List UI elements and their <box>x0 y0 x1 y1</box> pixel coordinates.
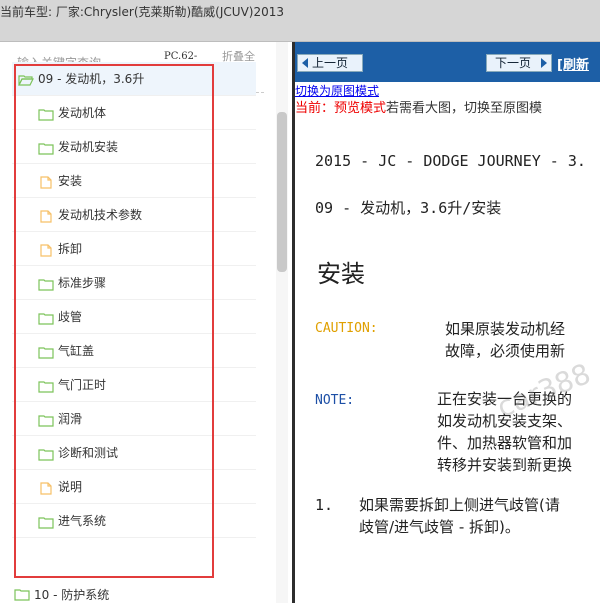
tree-root-label: 10 - 防护系统 <box>34 588 110 602</box>
tree-item[interactable]: 气门正时 <box>12 368 256 402</box>
folder-icon <box>14 588 30 601</box>
tree-item[interactable]: 拆卸 <box>12 232 256 266</box>
tree-item[interactable]: 进气系统 <box>12 504 256 538</box>
tree-root-protection[interactable]: 10 - 防护系统 <box>14 586 109 603</box>
document-viewer: 上一页 下一页 [刷新 切换为原图模式 当前：预览模式若需看大图，切换至原图模 … <box>295 42 600 603</box>
caution-label: CAUTION: <box>315 321 378 336</box>
tree-item-label: 诊断和测试 <box>58 446 119 460</box>
caution-text: 如果原装发动机经 故障，必须使用新 <box>445 318 565 362</box>
folder-icon <box>38 446 54 461</box>
tree-item[interactable]: 发动机安装 <box>12 130 256 164</box>
category-tree: 09 - 发动机，3.6升 发动机体发动机安装安装发动机技术参数 拆卸标准步骤歧管… <box>12 62 256 538</box>
tree-item-label: 安装 <box>58 174 83 188</box>
note-line: 转移并安装到新更换 <box>437 456 573 474</box>
folder-icon <box>38 344 54 359</box>
tree-item-label: 气门正时 <box>58 378 107 392</box>
tree-item-label: 歧管 <box>58 310 83 324</box>
note-line: 件、加热器软管和加 <box>437 434 573 452</box>
tree-item[interactable]: 安装 <box>12 164 256 198</box>
next-page-label: 下一页 <box>495 56 532 70</box>
tree-item[interactable]: 发动机体 <box>12 96 256 130</box>
folder-icon <box>38 140 54 155</box>
tree-item[interactable]: 气缸盖 <box>12 334 256 368</box>
tree-item-label: 发动机安装 <box>58 140 119 154</box>
folder-icon <box>38 514 54 529</box>
step-line: 如果需要拆卸上侧进气歧管(请 <box>359 496 560 514</box>
folder-icon <box>38 276 54 291</box>
tree-item[interactable]: 诊断和测试 <box>12 436 256 470</box>
tree-item[interactable]: 歧管 <box>12 300 256 334</box>
step-text: 如果需要拆卸上侧进气歧管(请 歧管/进气歧管 - 拆卸)。 <box>359 494 560 538</box>
left-arrow-icon <box>302 58 308 68</box>
document-icon <box>38 174 54 189</box>
viewer-toolbar: 上一页 下一页 [刷新 <box>295 42 600 82</box>
tree-item[interactable]: 标准步骤 <box>12 266 256 300</box>
tree-item[interactable]: 润滑 <box>12 402 256 436</box>
doc-title: 安装 <box>317 260 365 288</box>
tree-item[interactable]: 发动机技术参数 <box>12 198 256 232</box>
sidebar-scroll-thumb[interactable] <box>277 112 287 272</box>
doc-section: 09 - 发动机，3.6升/安装 <box>315 199 502 217</box>
right-arrow-icon <box>541 58 547 68</box>
mode-prefix: 当前：预览模式 <box>295 101 387 116</box>
tree-item-label: 润滑 <box>58 412 83 426</box>
document-icon <box>38 208 54 223</box>
tree-item-label: 气缸盖 <box>58 344 95 358</box>
folder-icon <box>38 310 54 325</box>
title-bar: 当前车型: 厂家:Chrysler(克莱斯勒)酷威(JCUV)2013 <box>0 0 600 42</box>
caution-line: 如果原装发动机经 <box>445 320 566 338</box>
refresh-link[interactable]: [刷新 <box>557 54 589 73</box>
note-label: NOTE: <box>315 393 355 408</box>
prev-page-button[interactable]: 上一页 <box>297 54 363 72</box>
mode-suffix: 若需看大图，切换至原图模 <box>386 101 543 116</box>
tree-root-engine[interactable]: 09 - 发动机，3.6升 <box>12 62 256 96</box>
doc-header: 2015 - JC - DODGE JOURNEY - 3. <box>315 152 586 170</box>
tree-item[interactable]: 说明 <box>12 470 256 504</box>
tree-item-label: 标准步骤 <box>58 276 107 290</box>
mode-status: 当前：预览模式若需看大图，切换至原图模 <box>295 97 542 116</box>
document-icon <box>38 242 54 257</box>
tree-item-label: 拆卸 <box>58 242 83 256</box>
folder-icon <box>38 106 54 121</box>
document-icon <box>38 480 54 495</box>
step-line: 歧管/进气歧管 - 拆卸)。 <box>359 518 520 536</box>
prev-page-label: 上一页 <box>312 56 349 70</box>
tree-item-label: 说明 <box>58 480 83 494</box>
next-page-button[interactable]: 下一页 <box>486 54 552 72</box>
folder-open-icon <box>18 72 34 86</box>
window-title: 当前车型: 厂家:Chrysler(克莱斯勒)酷威(JCUV)2013 <box>0 5 284 19</box>
folder-icon <box>38 378 54 393</box>
tree-item-label: 进气系统 <box>58 514 107 528</box>
caution-line: 故障，必须使用新 <box>445 342 566 360</box>
folder-icon <box>38 412 54 427</box>
tree-item-label: 发动机技术参数 <box>58 208 143 222</box>
tree-root-label: 09 - 发动机，3.6升 <box>38 72 145 86</box>
tree-item-label: 发动机体 <box>58 106 107 120</box>
step-number: 1. <box>315 496 334 514</box>
